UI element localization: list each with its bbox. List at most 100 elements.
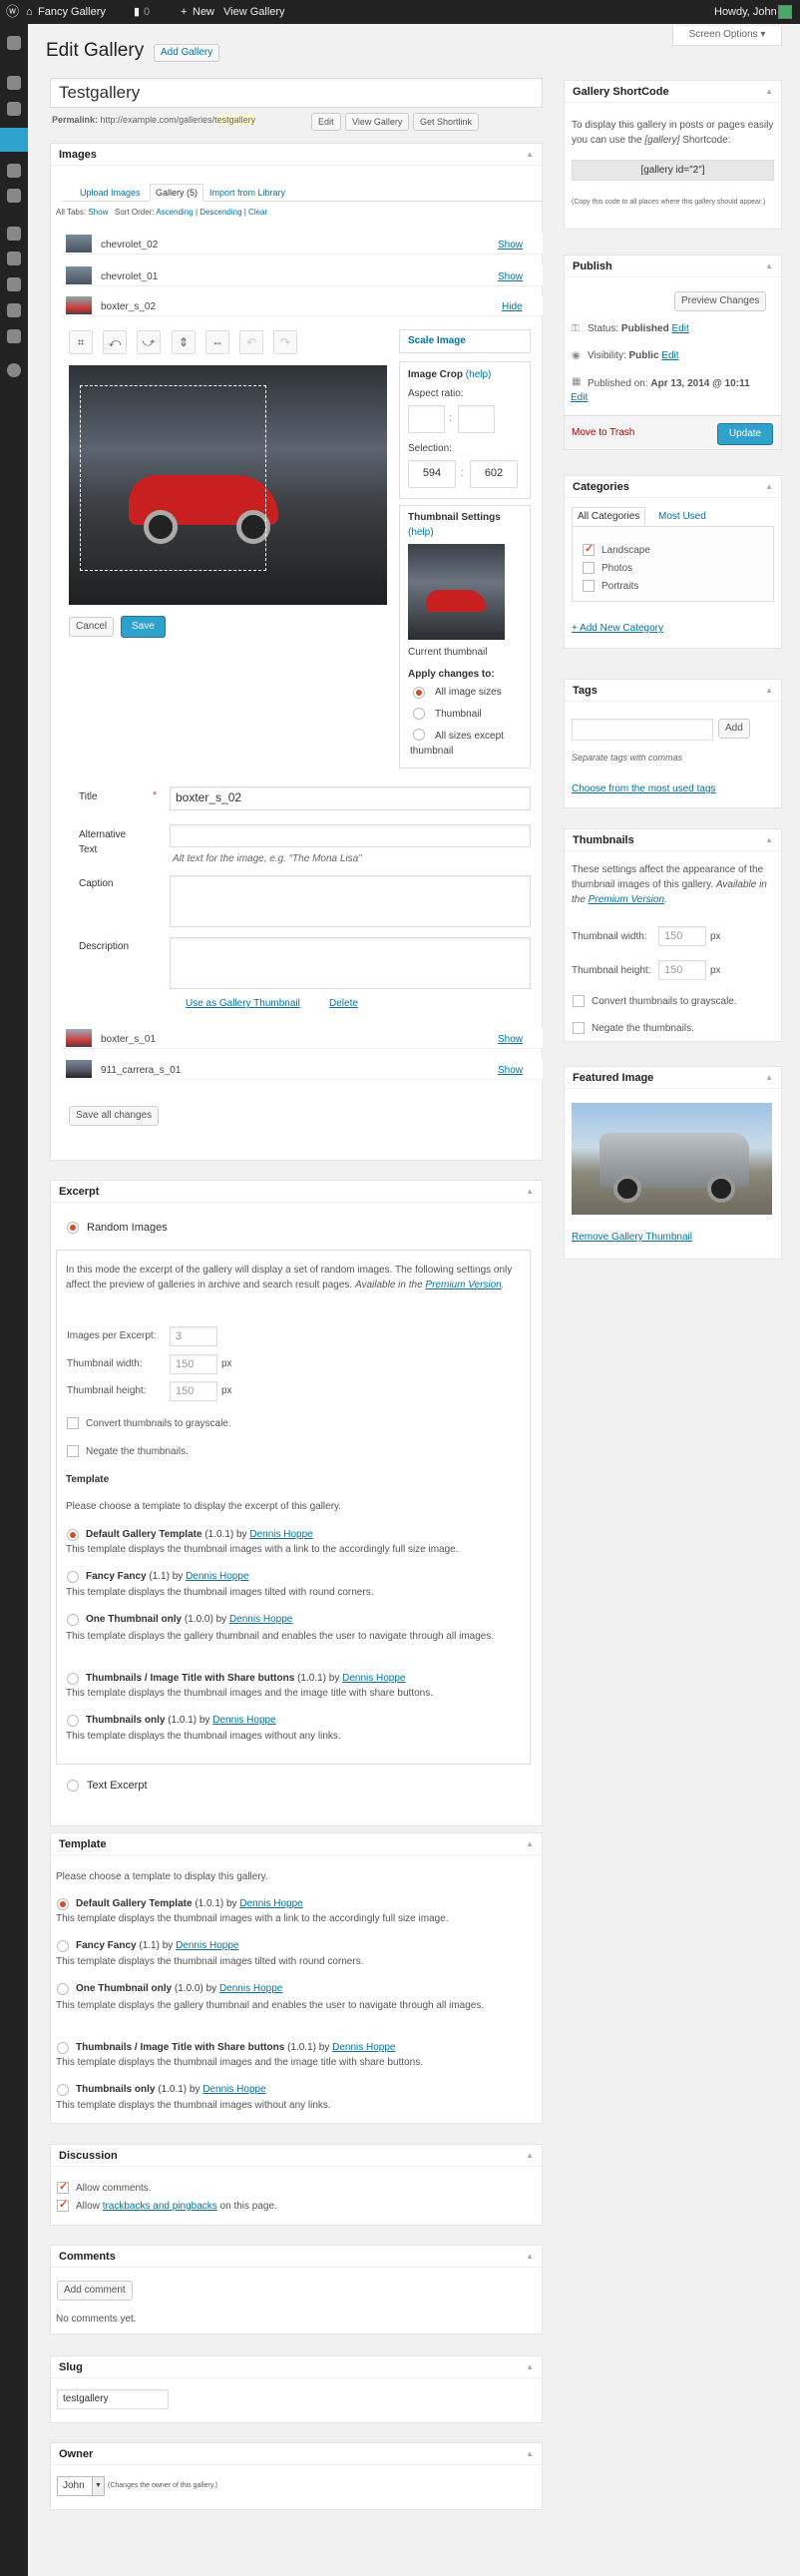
slug-input[interactable]: testgallery <box>57 2389 169 2409</box>
plugin-icon[interactable] <box>7 252 21 265</box>
add-new-category-link[interactable]: + Add New Category <box>572 623 663 634</box>
toggle-icon[interactable]: ▲ <box>526 2443 534 2465</box>
toggle-icon[interactable]: ▲ <box>765 256 773 277</box>
image-toggle-link[interactable]: Show <box>498 1065 523 1076</box>
site-name-link[interactable]: Fancy Gallery <box>38 0 106 24</box>
template-author-link[interactable]: Dennis Hoppe <box>249 1529 312 1540</box>
template-author-link[interactable]: Dennis Hoppe <box>332 2042 395 2053</box>
save-all-changes-button[interactable]: Save all changes <box>69 1106 160 1126</box>
use-as-gallery-thumbnail-link[interactable]: Use as Gallery Thumbnail <box>186 998 300 1009</box>
template-author-link[interactable]: Dennis Hoppe <box>176 1940 238 1951</box>
premium-version-link[interactable]: Premium Version <box>425 1280 501 1290</box>
sort-descending-link[interactable]: Descending <box>200 208 241 217</box>
template-radio[interactable] <box>57 1940 69 1952</box>
dashboard-icon[interactable] <box>7 36 21 50</box>
thumb-width-input[interactable]: 150 <box>658 926 706 946</box>
selection-width-input[interactable]: 594 <box>408 460 456 488</box>
page-icon[interactable] <box>7 164 21 178</box>
screen-options-button[interactable]: Screen Options ▾ <box>672 26 782 46</box>
images-per-excerpt-input[interactable]: 3 <box>170 1326 217 1346</box>
crop-selection[interactable] <box>80 385 266 571</box>
excerpt-thumb-width-input[interactable]: 150 <box>170 1354 217 1374</box>
template-author-link[interactable]: Dennis Hoppe <box>186 1571 248 1582</box>
template-author-link[interactable]: Dennis Hoppe <box>229 1614 292 1625</box>
template-author-link[interactable]: Dennis Hoppe <box>202 2084 265 2095</box>
excerpt-template-radio[interactable] <box>67 1715 79 1727</box>
alt-text-input[interactable] <box>170 824 531 847</box>
wordpress-logo-icon[interactable]: ⓦ <box>6 0 19 24</box>
template-radio[interactable] <box>57 1983 69 1995</box>
title-field-input[interactable]: boxter_s_02 <box>170 786 531 810</box>
edit-status-link[interactable]: Edit <box>672 323 689 334</box>
text-excerpt-radio[interactable] <box>67 1780 79 1792</box>
category-checkbox[interactable] <box>583 542 595 556</box>
tags-input[interactable] <box>572 719 713 741</box>
howdy-text[interactable]: Howdy, John <box>714 0 777 24</box>
get-shortlink-button[interactable]: Get Shortlink <box>413 113 480 131</box>
apply-all-sizes-radio[interactable] <box>413 687 425 699</box>
owner-select[interactable]: John ▼ <box>57 2476 105 2496</box>
settings-icon[interactable] <box>7 329 21 343</box>
toggle-icon[interactable]: ▲ <box>765 829 773 851</box>
edit-visibility-link[interactable]: Edit <box>661 350 678 361</box>
move-to-trash-link[interactable]: Move to Trash <box>572 427 634 438</box>
flip-vertical-icon[interactable]: ⇕ <box>172 330 196 354</box>
excerpt-grayscale-checkbox[interactable] <box>67 1417 79 1429</box>
users-icon[interactable] <box>7 277 21 291</box>
gallery-icon[interactable] <box>0 128 28 152</box>
thumb-grayscale-checkbox[interactable] <box>573 995 585 1007</box>
rotate-left-icon[interactable]: ⤺ <box>103 330 127 354</box>
tab-import-library[interactable]: Import from Library <box>209 188 285 198</box>
thumbnail-help-link[interactable]: (help) <box>408 527 434 538</box>
crop-help-link[interactable]: (help) <box>466 369 492 380</box>
image-toggle-link[interactable]: Show <box>498 240 523 251</box>
collapse-icon[interactable] <box>7 363 21 377</box>
choose-tags-link[interactable]: Choose from the most used tags <box>572 783 716 794</box>
new-link[interactable]: New <box>193 0 214 24</box>
sort-ascending-link[interactable]: Ascending <box>156 208 193 217</box>
allow-trackbacks-checkbox[interactable] <box>57 2198 69 2212</box>
toggle-icon[interactable]: ▲ <box>765 680 773 702</box>
random-images-radio[interactable] <box>67 1222 79 1234</box>
excerpt-negate-checkbox[interactable] <box>67 1445 79 1457</box>
template-author-link[interactable]: Dennis Hoppe <box>212 1715 275 1726</box>
tab-most-used[interactable]: Most Used <box>658 511 706 522</box>
apply-thumbnail-radio[interactable] <box>413 708 425 720</box>
crop-icon[interactable]: ⌗ <box>69 330 93 354</box>
shortcode-code[interactable]: [gallery id="2"] <box>572 160 774 181</box>
brush-icon[interactable] <box>7 227 21 241</box>
media-icon[interactable] <box>7 102 21 116</box>
remove-gallery-thumbnail-link[interactable]: Remove Gallery Thumbnail <box>572 1232 692 1243</box>
toggle-icon[interactable]: ▲ <box>765 476 773 498</box>
image-toggle-link[interactable]: Hide <box>502 301 523 312</box>
excerpt-template-radio[interactable] <box>67 1529 79 1541</box>
all-tabs-show-link[interactable]: Show <box>88 208 108 217</box>
toggle-icon[interactable]: ▲ <box>526 2246 534 2268</box>
aspect-ratio-width-input[interactable] <box>408 405 445 433</box>
excerpt-template-radio[interactable] <box>67 1571 79 1583</box>
comments-count[interactable]: 0 <box>144 0 150 24</box>
description-textarea[interactable] <box>170 937 531 989</box>
toggle-icon[interactable]: ▲ <box>526 1181 534 1203</box>
toggle-icon[interactable]: ▲ <box>526 2356 534 2378</box>
template-author-link[interactable]: Dennis Hoppe <box>342 1673 405 1684</box>
post-title-input[interactable]: Testgallery <box>50 78 543 108</box>
scale-image-toggle[interactable]: Scale Image <box>399 329 531 353</box>
toggle-icon[interactable]: ▲ <box>526 144 534 166</box>
toggle-icon[interactable]: ▲ <box>526 1833 534 1855</box>
selection-height-input[interactable]: 602 <box>470 460 518 488</box>
image-toggle-link[interactable]: Show <box>498 271 523 282</box>
cancel-button[interactable]: Cancel <box>69 617 115 637</box>
rotate-right-icon[interactable]: ⤻ <box>137 330 161 354</box>
sort-clear-link[interactable]: Clear <box>248 208 267 217</box>
comments-icon[interactable]: ▮ <box>134 0 140 24</box>
toggle-icon[interactable]: ▲ <box>765 81 773 103</box>
featured-image[interactable] <box>572 1103 772 1215</box>
view-gallery-link[interactable]: View Gallery <box>223 0 285 24</box>
toggle-icon[interactable]: ▲ <box>526 2145 534 2167</box>
premium-version-link[interactable]: Premium Version <box>589 894 664 905</box>
category-checkbox[interactable] <box>583 580 595 592</box>
template-radio[interactable] <box>57 1898 69 1910</box>
thumb-negate-checkbox[interactable] <box>573 1022 585 1034</box>
preview-changes-button[interactable]: Preview Changes <box>674 291 767 311</box>
